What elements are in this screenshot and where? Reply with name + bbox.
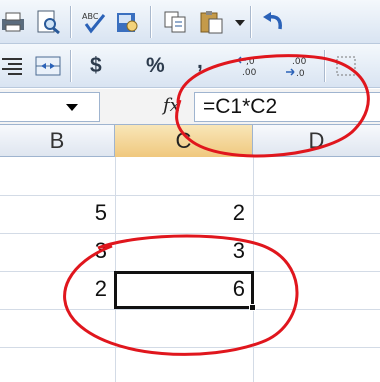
column-gridline [253, 157, 254, 382]
borders-icon[interactable] [334, 53, 362, 79]
active-cell-border [114, 271, 254, 309]
undo-icon[interactable] [260, 9, 288, 35]
research-icon[interactable] [114, 9, 142, 35]
comma-style-button[interactable]: , [197, 50, 203, 74]
chevron-down-icon[interactable] [66, 104, 78, 111]
insert-function-icon[interactable]: fx [163, 95, 180, 116]
toolbar-separator [324, 50, 326, 82]
column-header-b[interactable]: B [0, 125, 115, 157]
increase-decimal-icon[interactable]: ,0.00 [236, 53, 264, 79]
toolbar-separator [70, 50, 72, 82]
merge-center-icon[interactable] [34, 53, 62, 79]
cell-b2[interactable]: 3 [0, 233, 115, 269]
svg-text:,0: ,0 [246, 57, 255, 67]
svg-text:.00: .00 [292, 57, 307, 67]
toolbar-separator [70, 6, 72, 38]
formatting-toolbar: $ % , ,0.00 .00.0 [0, 44, 380, 88]
standard-toolbar: ABC [0, 0, 380, 44]
column-headers: B C D [0, 125, 380, 157]
cell-b1[interactable]: 5 [0, 195, 115, 231]
toolbar-separator [150, 6, 152, 38]
currency-button[interactable]: $ [90, 54, 102, 78]
cell-b3[interactable]: 2 [0, 271, 115, 307]
name-box[interactable] [0, 92, 100, 122]
formula-input[interactable]: =C1*C2 [194, 92, 380, 122]
svg-text:ABC: ABC [82, 12, 99, 21]
row-gridline [0, 347, 380, 348]
cell-c2[interactable]: 3 [115, 233, 253, 269]
fill-handle[interactable] [249, 304, 256, 311]
copy-icon[interactable] [162, 9, 190, 35]
print-preview-icon[interactable] [34, 9, 62, 35]
column-header-d[interactable]: D [253, 125, 380, 157]
formula-bar: fx =C1*C2 [0, 88, 380, 125]
align-right-icon[interactable] [0, 53, 28, 79]
decrease-decimal-icon[interactable]: .00.0 [284, 53, 312, 79]
cell-c1[interactable]: 2 [115, 195, 253, 231]
worksheet-grid[interactable]: 5 2 3 3 2 6 [0, 157, 380, 382]
paste-icon[interactable] [198, 9, 226, 35]
print-icon[interactable] [0, 9, 28, 35]
row-gridline [0, 309, 380, 310]
spelling-icon[interactable]: ABC [80, 9, 108, 35]
column-header-c[interactable]: C [115, 125, 253, 157]
svg-text:.0: .0 [296, 69, 305, 79]
paste-dropdown-arrow-icon[interactable] [226, 9, 245, 35]
svg-text:.00: .00 [242, 68, 257, 78]
toolbar-separator [250, 6, 252, 38]
column-gridline [115, 157, 116, 382]
percent-button[interactable]: % [146, 54, 165, 78]
